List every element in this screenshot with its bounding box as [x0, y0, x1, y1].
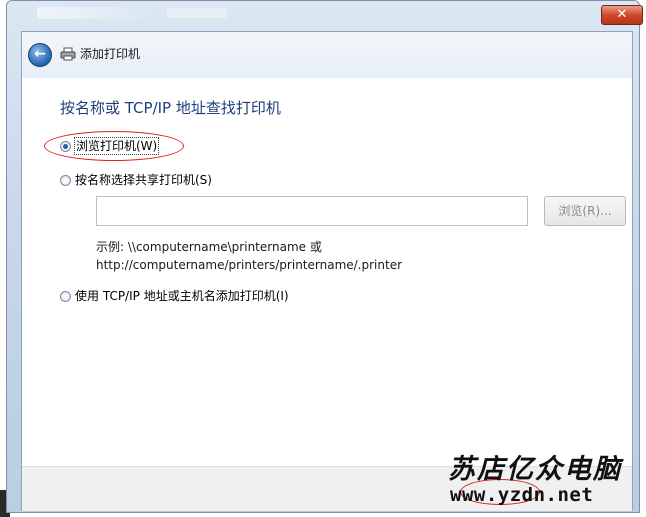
option-tcp-ip[interactable]: 使用 TCP/IP 地址或主机名添加打印机(I)	[60, 288, 289, 304]
radio-button[interactable]	[60, 290, 71, 302]
window-title: 添加打印机	[80, 47, 141, 61]
dialog-window: ✕ ← 添加打印机 按名称或 TCP/IP 地址查找打印机 浏览打印机(W) 按…	[6, 0, 643, 513]
radio-button[interactable]	[60, 140, 71, 152]
option-label: 浏览打印机(W)	[73, 137, 160, 155]
navigation-bar: ← 添加打印机	[22, 32, 632, 78]
page-heading: 按名称或 TCP/IP 地址查找打印机	[60, 99, 281, 117]
watermark-url: www.yzdn.net	[450, 484, 594, 506]
browse-button[interactable]: 浏览(R)...	[544, 196, 626, 226]
close-button[interactable]: ✕	[601, 5, 643, 25]
title-bar-blur	[37, 7, 157, 19]
option-browse-printers[interactable]: 浏览打印机(W)	[60, 137, 160, 155]
example-line-2: http://computername/printers/printername…	[96, 258, 403, 272]
example-line-1: 示例: \\computername\printername 或	[96, 240, 322, 254]
dialog-content: ← 添加打印机 按名称或 TCP/IP 地址查找打印机 浏览打印机(W) 按名称…	[21, 31, 633, 511]
option-label: 按名称选择共享打印机(S)	[75, 173, 212, 187]
watermark-title: 苏店亿众电脑	[448, 454, 622, 485]
title-bar-blur	[167, 8, 227, 18]
back-button[interactable]: ←	[28, 43, 52, 67]
option-select-shared-printer[interactable]: 按名称选择共享打印机(S)	[60, 172, 212, 188]
example-text: 示例: \\computername\printername 或 http://…	[96, 238, 402, 274]
radio-button[interactable]	[60, 174, 71, 186]
option-label: 使用 TCP/IP 地址或主机名添加打印机(I)	[75, 289, 289, 303]
printer-name-input[interactable]	[96, 196, 528, 226]
printer-icon	[60, 47, 76, 61]
